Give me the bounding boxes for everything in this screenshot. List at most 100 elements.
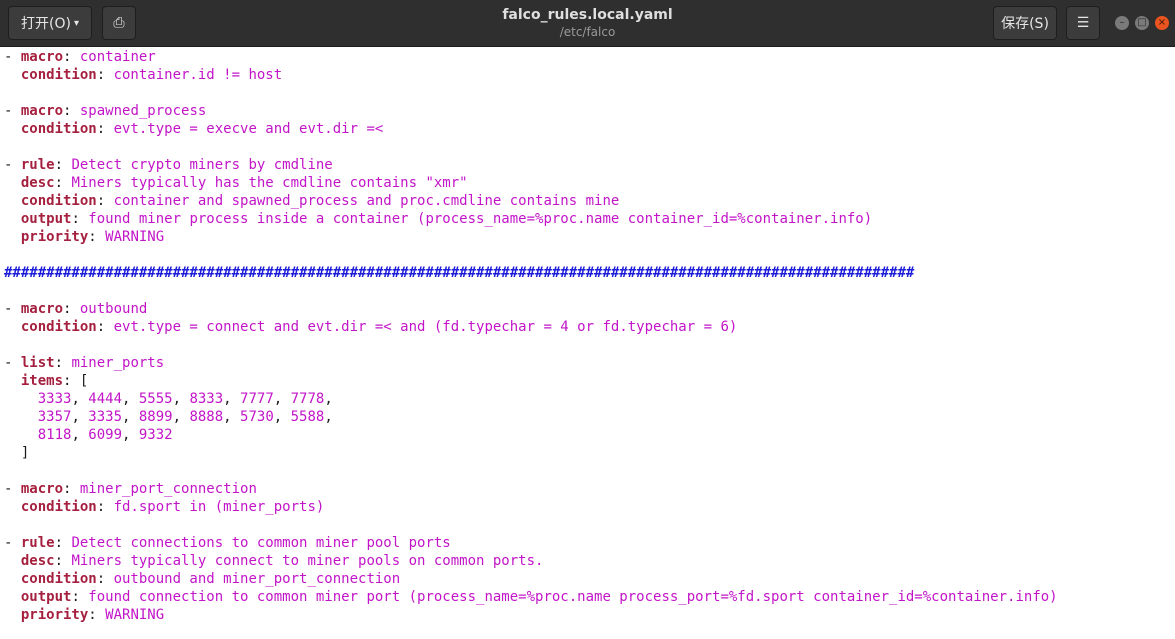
close-icon[interactable]: × xyxy=(1155,16,1169,30)
code-token: : xyxy=(63,481,80,497)
code-token: outbound xyxy=(79,301,148,317)
code-line: - rule: Detect connections to common min… xyxy=(4,534,451,552)
code-token: : xyxy=(96,193,114,209)
code-line: - macro: miner_port_connection xyxy=(4,480,257,498)
code-line: condition: outbound and miner_port_conne… xyxy=(4,570,400,588)
save-button[interactable]: 保存(S) xyxy=(993,6,1057,40)
code-token: - xyxy=(4,49,21,65)
code-token: fd.sport in (miner_ports) xyxy=(113,499,325,515)
code-token: evt.type = execve and evt.dir =< xyxy=(113,121,384,137)
code-token: 3357 xyxy=(37,409,72,425)
code-line: - macro: container xyxy=(4,48,156,66)
code-line: output: found connection to common miner… xyxy=(4,588,1058,606)
code-token: , xyxy=(71,427,89,443)
code-line: items: [ xyxy=(4,372,88,390)
code-token: 8333 xyxy=(189,391,224,407)
code-token: container and spawned_process and proc.c… xyxy=(113,193,620,209)
code-token: , xyxy=(324,409,333,425)
code-token: list xyxy=(20,355,55,371)
code-token: priority xyxy=(20,229,89,245)
code-token: : xyxy=(88,607,106,623)
code-token: , xyxy=(172,391,190,407)
code-token: found connection to common miner port (p… xyxy=(88,589,1058,605)
code-token: 4444 xyxy=(88,391,123,407)
code-token: condition xyxy=(20,499,97,515)
code-line: priority: WARNING xyxy=(4,228,164,246)
code-line: condition: container and spawned_process… xyxy=(4,192,619,210)
code-line: output: found miner process inside a con… xyxy=(4,210,872,228)
code-line: desc: Miners typically connect to miner … xyxy=(4,552,544,570)
code-token: , xyxy=(122,409,139,425)
code-token: : xyxy=(54,355,72,371)
code-token: 8888 xyxy=(189,409,224,425)
code-token: , xyxy=(273,409,291,425)
code-token: rule xyxy=(20,157,55,173)
code-token: condition xyxy=(20,319,97,335)
code-token: condition xyxy=(20,571,97,587)
code-line: condition: container.id != host xyxy=(4,66,282,84)
menu-button[interactable]: ☰ xyxy=(1066,6,1100,40)
code-token: evt.type = connect and evt.dir =< and (f… xyxy=(113,319,738,335)
code-token: - xyxy=(4,535,21,551)
hamburger-menu-icon: ☰ xyxy=(1076,15,1090,31)
code-token: , xyxy=(122,427,139,443)
code-token: condition xyxy=(20,67,97,83)
code-token: miner_ports xyxy=(71,355,165,371)
code-token: : xyxy=(96,499,114,515)
code-token: , xyxy=(324,391,333,407)
code-token: : xyxy=(96,319,114,335)
maximize-icon[interactable]: □ xyxy=(1135,16,1149,30)
code-token: 8899 xyxy=(138,409,173,425)
code-token: : xyxy=(63,301,80,317)
code-token: 3335 xyxy=(88,409,123,425)
code-token: WARNING xyxy=(105,607,165,623)
code-token: condition xyxy=(20,121,97,137)
code-token: items xyxy=(20,373,64,389)
code-token: miner_port_connection xyxy=(79,481,257,497)
code-token: : xyxy=(63,49,80,65)
code-token: : xyxy=(54,535,72,551)
code-token: : xyxy=(63,103,80,119)
code-line: condition: evt.type = execve and evt.dir… xyxy=(4,120,383,138)
code-token: : xyxy=(54,553,72,569)
code-token: output xyxy=(20,211,72,227)
code-token: macro xyxy=(20,481,64,497)
code-token: - xyxy=(4,157,21,173)
code-token: output xyxy=(20,589,72,605)
code-token: : xyxy=(88,229,106,245)
code-token: - xyxy=(4,301,21,317)
text-editor-area[interactable]: - macro: container condition: container.… xyxy=(0,47,1175,639)
code-token: ########################################… xyxy=(4,265,915,281)
code-token: , xyxy=(223,409,241,425)
code-token: - xyxy=(4,103,21,119)
code-token: found miner process inside a container (… xyxy=(88,211,873,227)
code-token: desc xyxy=(20,175,55,191)
code-token: : xyxy=(71,589,89,605)
code-line: condition: evt.type = connect and evt.di… xyxy=(4,318,737,336)
code-line: - list: miner_ports xyxy=(4,354,164,372)
code-line: 8118, 6099, 9332 xyxy=(4,426,173,444)
code-token: Detect connections to common miner pool … xyxy=(71,535,451,551)
code-token: - xyxy=(4,481,21,497)
code-token: : [ xyxy=(63,373,89,389)
code-token: : xyxy=(96,571,114,587)
code-token: , xyxy=(223,391,241,407)
code-token: , xyxy=(71,409,89,425)
minimize-icon[interactable]: – xyxy=(1115,16,1129,30)
code-line: ] xyxy=(4,444,29,462)
code-token: : xyxy=(71,211,89,227)
header-bar: 打开(O) ▾ ⎙ falco_rules.local.yaml /etc/fa… xyxy=(0,0,1175,47)
code-token: container.id != host xyxy=(113,67,283,83)
code-line: 3333, 4444, 5555, 8333, 7777, 7778, xyxy=(4,390,333,408)
